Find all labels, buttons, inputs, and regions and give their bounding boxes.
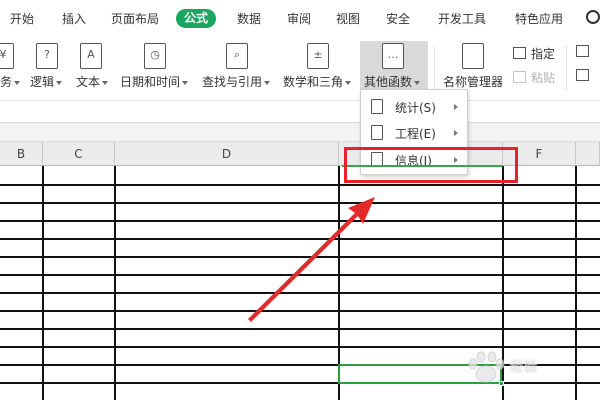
annotation-highlight-box bbox=[344, 147, 518, 183]
math-function-icon: ± bbox=[307, 43, 329, 69]
formula-bar[interactable] bbox=[0, 100, 600, 122]
statistics-icon bbox=[371, 99, 383, 114]
row-line bbox=[0, 328, 600, 330]
chevron-down-icon bbox=[264, 80, 271, 85]
tab-special[interactable]: 特色应用 bbox=[515, 10, 563, 29]
tab-developer[interactable]: 开发工具 bbox=[438, 10, 486, 29]
formula-ribbon: ¥ 务 ? 逻辑 A 文本 ◷ 日期和时间 ⌕ 查找与引用 ± 数学和三角 … … bbox=[0, 38, 600, 100]
ribbon-divider bbox=[566, 46, 567, 90]
column-line bbox=[114, 166, 116, 400]
column-line bbox=[42, 166, 44, 400]
other-functions-label: 其他函数 bbox=[364, 75, 413, 89]
row-line bbox=[0, 220, 600, 222]
datetime-function-icon: ◷ bbox=[144, 43, 166, 69]
chevron-down-icon bbox=[414, 80, 421, 85]
search-icon[interactable] bbox=[586, 10, 600, 24]
menu-tab-bar: 开始 插入 页面布局 公式 数据 审阅 视图 安全 开发工具 特色应用 bbox=[0, 0, 600, 38]
name-manager-button[interactable]: 名称管理器 bbox=[440, 41, 506, 95]
tab-data[interactable]: 数据 bbox=[237, 10, 261, 29]
trace-precedents-button[interactable] bbox=[576, 45, 594, 59]
logic-function-button[interactable]: ? 逻辑 bbox=[28, 41, 68, 95]
logic-function-icon: ? bbox=[36, 43, 58, 69]
text-function-button[interactable]: A 文本 bbox=[72, 41, 112, 95]
tab-review[interactable]: 审阅 bbox=[287, 10, 311, 29]
row-line bbox=[0, 274, 600, 276]
math-function-label: 数学和三角 bbox=[283, 75, 344, 89]
menu-item-engineering[interactable]: 工程(E) bbox=[361, 120, 467, 146]
name-manager-label: 名称管理器 bbox=[443, 75, 504, 89]
menu-item-statistics-label: 统计(S) bbox=[395, 101, 436, 115]
paste-icon bbox=[513, 71, 526, 83]
paste-name-button[interactable]: 粘贴 bbox=[513, 69, 555, 86]
financial-function-button[interactable]: ¥ 务 bbox=[0, 41, 21, 95]
trace-precedents-icon bbox=[576, 45, 589, 57]
paste-name-label: 粘贴 bbox=[531, 71, 556, 85]
engineering-icon bbox=[371, 125, 383, 140]
row-line bbox=[0, 238, 600, 240]
column-header-d[interactable]: D bbox=[115, 142, 339, 166]
tab-insert[interactable]: 插入 bbox=[62, 10, 86, 29]
chevron-down-icon bbox=[345, 80, 352, 85]
chevron-down-icon bbox=[102, 80, 109, 85]
financial-function-label: 务 bbox=[0, 75, 13, 89]
column-header-c[interactable]: C bbox=[43, 142, 115, 166]
chevron-down-icon bbox=[14, 80, 21, 85]
chevron-right-icon bbox=[454, 130, 458, 136]
text-function-icon: A bbox=[80, 43, 102, 69]
other-functions-icon: … bbox=[382, 43, 404, 69]
name-manager-icon bbox=[462, 43, 484, 69]
lookup-function-icon: ⌕ bbox=[226, 43, 248, 69]
datetime-function-label: 日期和时间 bbox=[120, 75, 181, 89]
column-header-b[interactable]: B bbox=[0, 142, 43, 166]
menu-item-engineering-label: 工程(E) bbox=[395, 127, 436, 141]
tab-formula[interactable]: 公式 bbox=[176, 9, 217, 28]
tab-security[interactable]: 安全 bbox=[386, 10, 410, 29]
chevron-down-icon bbox=[56, 80, 63, 85]
define-name-label: 指定 bbox=[531, 47, 556, 61]
column-header-g[interactable] bbox=[576, 142, 600, 166]
other-functions-button[interactable]: … 其他函数 bbox=[360, 41, 428, 95]
finance-function-icon: ¥ bbox=[0, 43, 14, 69]
trace-dependents-icon bbox=[576, 69, 589, 81]
row-line bbox=[0, 292, 600, 294]
text-function-label: 文本 bbox=[76, 75, 101, 89]
datetime-function-button[interactable]: ◷ 日期和时间 bbox=[118, 41, 192, 95]
tab-view[interactable]: 视图 bbox=[336, 10, 360, 29]
row-line bbox=[0, 184, 600, 186]
trace-dependents-button[interactable] bbox=[576, 69, 594, 83]
math-function-button[interactable]: ± 数学和三角 bbox=[281, 41, 355, 95]
define-name-button[interactable]: 指定 bbox=[513, 45, 555, 62]
paw-logo bbox=[468, 351, 505, 383]
menu-item-statistics[interactable]: 统计(S) bbox=[361, 94, 467, 120]
ribbon-divider bbox=[434, 46, 435, 90]
chevron-down-icon bbox=[182, 80, 189, 85]
row-line bbox=[0, 346, 600, 348]
row-line bbox=[0, 256, 600, 258]
baidu-watermark: 经验 bbox=[466, 350, 586, 390]
watermark-text: 经验 bbox=[510, 360, 539, 375]
chevron-right-icon bbox=[454, 104, 458, 110]
tab-page-layout[interactable]: 页面布局 bbox=[111, 10, 159, 29]
sheet-toolbar-strip bbox=[0, 122, 600, 142]
row-line bbox=[0, 310, 600, 312]
tab-home[interactable]: 开始 bbox=[10, 10, 34, 29]
row-line bbox=[0, 202, 600, 204]
lookup-function-button[interactable]: ⌕ 查找与引用 bbox=[200, 41, 274, 95]
define-name-icon bbox=[513, 47, 526, 59]
logic-function-label: 逻辑 bbox=[30, 75, 55, 89]
lookup-function-label: 查找与引用 bbox=[202, 75, 263, 89]
